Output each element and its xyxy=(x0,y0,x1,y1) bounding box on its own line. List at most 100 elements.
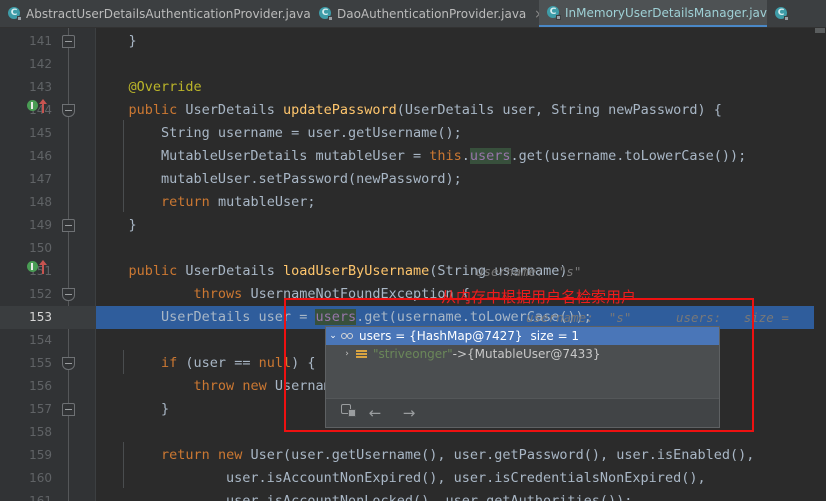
indent-guide xyxy=(123,350,124,374)
gutter-line[interactable]: 153 xyxy=(0,306,96,329)
editor-tab-bar[interactable]: C AbstractUserDetailsAuthenticationProvid… xyxy=(0,0,826,28)
variable-size-label: size = 1 xyxy=(530,329,580,343)
code-token: (user == xyxy=(177,355,259,371)
line-number: 161 xyxy=(29,494,52,501)
code-line[interactable]: } xyxy=(96,30,137,53)
override-method-icon[interactable] xyxy=(27,260,51,274)
code-fold-toggle[interactable] xyxy=(62,357,75,370)
editor-tab-2[interactable]: CDaoAuthenticationProvider.java× xyxy=(311,0,544,27)
code-line[interactable]: public UserDetails loadUserByUsername(St… xyxy=(96,260,582,283)
code-token: } xyxy=(96,217,137,233)
add-watch-icon[interactable] xyxy=(332,404,356,422)
code-line[interactable]: public UserDetails updatePassword(UserDe… xyxy=(96,99,722,122)
line-number: 153 xyxy=(29,310,52,324)
gutter-line[interactable]: 146 xyxy=(0,145,96,168)
debugger-variables-tree[interactable]: ⌄ users = {HashMap@7427} size = 1 › "striveo… xyxy=(326,327,719,398)
java-class-icon: C xyxy=(319,7,333,21)
debugger-variable-row[interactable]: ⌄ users = {HashMap@7427} size = 1 xyxy=(326,327,719,345)
code-line[interactable]: throws UsernameNotFoundException { xyxy=(96,283,470,306)
debugger-variable-row[interactable]: › "striveonger" -> {MutableUser@7433} xyxy=(326,345,719,363)
code-fold-toggle[interactable] xyxy=(62,288,75,301)
line-number: 159 xyxy=(29,448,52,462)
gutter-line[interactable]: 149 xyxy=(0,214,96,237)
editor-tab-4[interactable]: C xyxy=(767,0,797,27)
code-line-text: UserDetails user = users.get(username.to… xyxy=(96,309,592,325)
editor-tab-1[interactable]: C AbstractUserDetailsAuthenticationProvid… xyxy=(0,0,329,27)
chevron-down-icon[interactable]: ⌄ xyxy=(326,327,340,345)
code-line[interactable]: @Override xyxy=(96,76,202,99)
gutter-line[interactable]: 159 xyxy=(0,444,96,467)
navigate-back-icon[interactable]: ← xyxy=(366,404,384,422)
code-line-text: MutableUserDetails mutableUser = this.us… xyxy=(96,148,746,164)
gutter-line[interactable]: 152 xyxy=(0,283,96,306)
gutter-line[interactable]: 143 xyxy=(0,76,96,99)
gutter-line[interactable]: 151 xyxy=(0,260,96,283)
code-line-text: user.isAccountNonLocked(), user.getAutho… xyxy=(96,493,632,501)
editor-gutter[interactable]: 141 142 143 144 145 146 147 148 149 150 151 152 153 1… xyxy=(0,28,96,501)
gutter-line[interactable]: 142 xyxy=(0,53,96,76)
code-token: return xyxy=(161,194,210,210)
indent-guide xyxy=(123,120,124,212)
editor-scrollbar[interactable] xyxy=(814,28,826,501)
code-token: user.isAccountNonExpired(), user.isCrede… xyxy=(96,470,706,486)
gutter-line[interactable]: 156 xyxy=(0,375,96,398)
code-line[interactable]: MutableUserDetails mutableUser = this.us… xyxy=(96,145,746,168)
code-line[interactable]: } xyxy=(96,214,137,237)
code-token: } xyxy=(96,33,137,49)
navigate-forward-icon[interactable]: → xyxy=(400,404,418,422)
code-fold-toggle[interactable] xyxy=(62,219,75,232)
gutter-line[interactable]: 160 xyxy=(0,467,96,490)
hashmap-icon xyxy=(341,330,356,342)
scrollbar-thumb[interactable] xyxy=(815,28,825,33)
code-line[interactable]: user.isAccountNonLocked(), user.getAutho… xyxy=(96,490,632,501)
code-line[interactable]: mutableUser.setPassword(newPassword); xyxy=(96,168,462,191)
code-token: this xyxy=(429,148,462,164)
code-line[interactable]: throw new UsernameN xyxy=(96,375,348,398)
code-fold-toggle[interactable] xyxy=(62,403,75,416)
editor-tab-3[interactable]: CInMemoryUserDetailsManager.java× xyxy=(539,0,792,27)
line-number: 141 xyxy=(29,34,52,48)
gutter-line[interactable]: 155 xyxy=(0,352,96,375)
code-fold-toggle[interactable] xyxy=(62,35,75,48)
java-class-icon: C xyxy=(8,7,22,21)
debugger-inline-hint: username: "s" xyxy=(476,264,582,279)
code-line[interactable]: String username = user.getUsername(); xyxy=(96,122,462,145)
code-line[interactable]: if (user == null) { xyxy=(96,352,315,375)
code-line[interactable]: return new User(user.getUsername(), user… xyxy=(96,444,754,467)
gutter-line[interactable]: 145 xyxy=(0,122,96,145)
code-line[interactable]: user.isAccountNonExpired(), user.isCrede… xyxy=(96,467,706,490)
code-line-text: public UserDetails updatePassword(UserDe… xyxy=(96,102,722,118)
gutter-line[interactable]: 158 xyxy=(0,421,96,444)
code-line-text: return mutableUser; xyxy=(96,194,315,210)
code-line[interactable]: return mutableUser; xyxy=(96,191,315,214)
debugger-value-popup[interactable]: ⌄ users = {HashMap@7427} size = 1 › "striveo… xyxy=(325,326,720,428)
line-number: 147 xyxy=(29,172,52,186)
code-editor[interactable]: 141 142 143 144 145 146 147 148 149 150 151 152 153 1… xyxy=(0,28,826,501)
gutter-line[interactable]: 141 xyxy=(0,30,96,53)
gutter-line[interactable]: 148 xyxy=(0,191,96,214)
gutter-line[interactable]: 161 xyxy=(0,490,96,501)
gutter-line[interactable]: 154 xyxy=(0,329,96,352)
code-fold-toggle[interactable] xyxy=(62,104,75,117)
code-token: mutableUser.setPassword(newPassword); xyxy=(96,171,462,187)
code-line-text: throw new UsernameN xyxy=(96,378,348,394)
code-line-text: @Override xyxy=(96,79,202,95)
editor-tab-label: InMemoryUserDetailsManager.java xyxy=(565,5,775,20)
gutter-line[interactable]: 157 xyxy=(0,398,96,421)
code-token: String username = user.getUsername(); xyxy=(96,125,462,141)
code-token: user.isAccountNonLocked(), user.getAutho… xyxy=(96,493,633,501)
line-number: 149 xyxy=(29,218,52,232)
gutter-line[interactable]: 147 xyxy=(0,168,96,191)
override-method-icon[interactable] xyxy=(27,99,51,113)
gutter-line[interactable]: 144 xyxy=(0,99,96,122)
gutter-line[interactable]: 150 xyxy=(0,237,96,260)
code-text-area[interactable]: } @Override public UserDetails updatePas… xyxy=(96,28,826,501)
code-token: public xyxy=(128,102,178,118)
debugger-popup-toolbar[interactable]: ← → xyxy=(326,398,719,427)
code-token: .get(username.toLowerCase()); xyxy=(510,148,747,164)
chevron-right-icon[interactable]: › xyxy=(340,345,354,363)
code-line[interactable]: } xyxy=(96,398,169,421)
